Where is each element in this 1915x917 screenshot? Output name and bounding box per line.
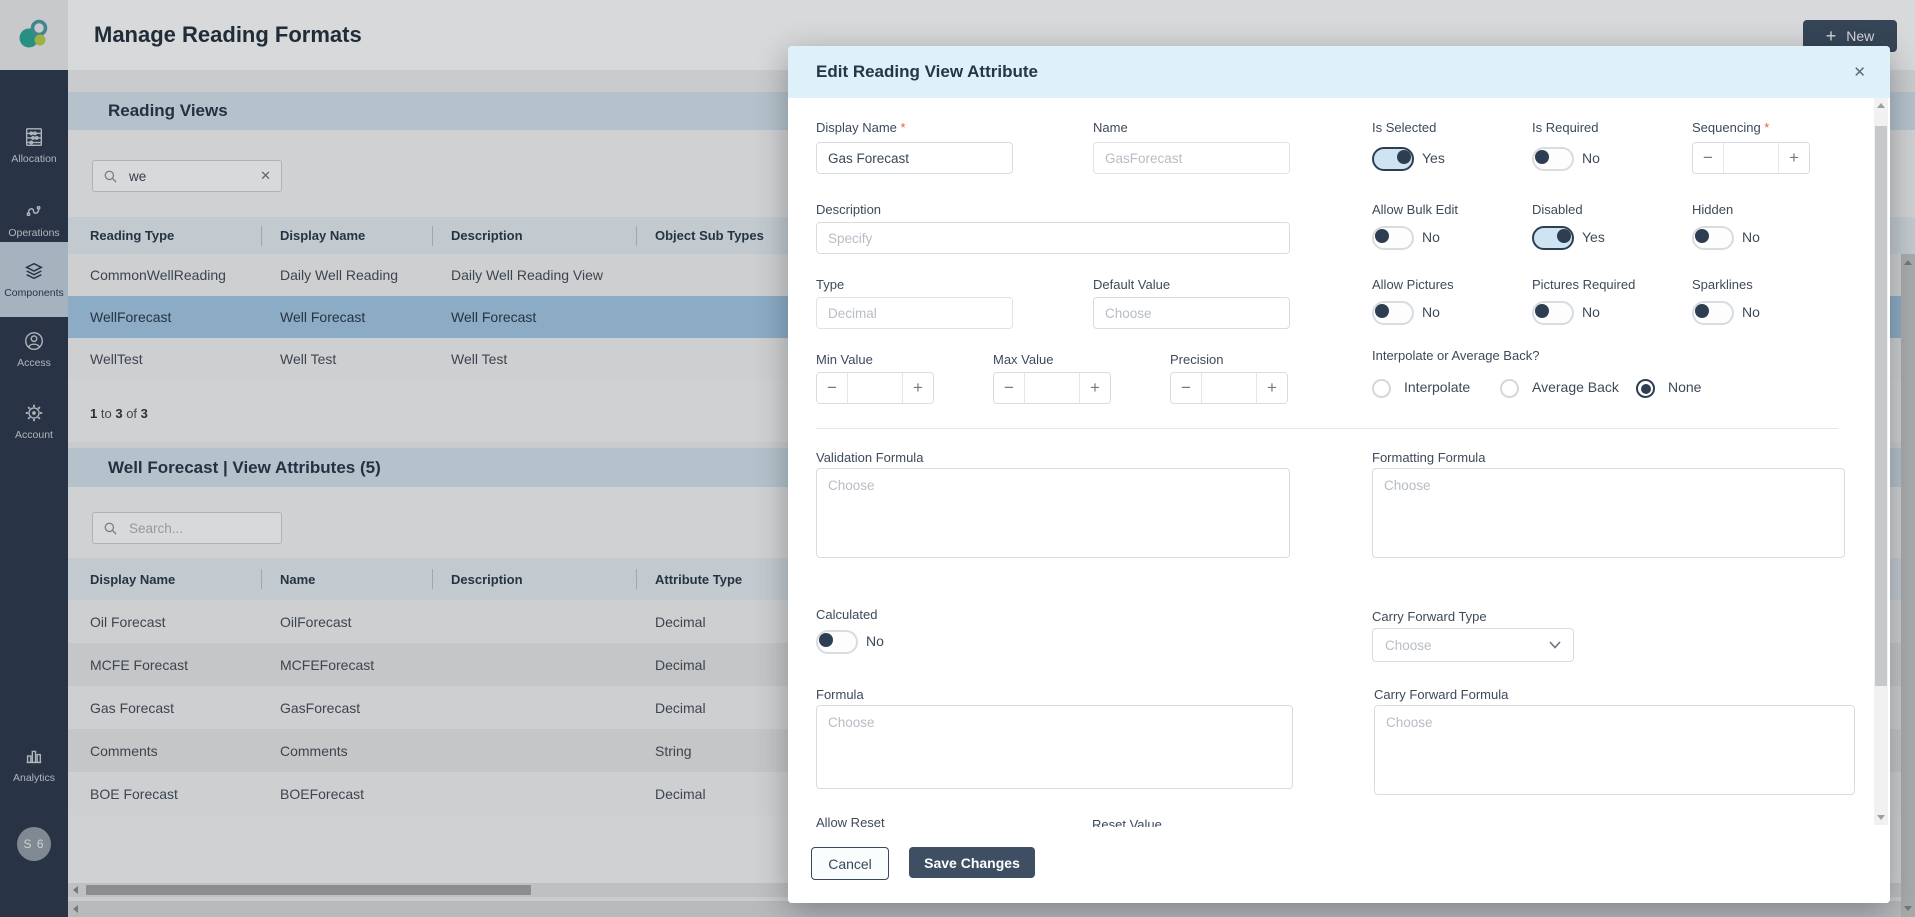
allow-bulk-edit-state: No — [1422, 229, 1440, 245]
carry-forward-formula-label: Carry Forward Formula — [1374, 687, 1508, 702]
display-name-field[interactable] — [816, 142, 1013, 174]
default-value-label: Default Value — [1093, 277, 1170, 292]
name-label: Name — [1093, 120, 1128, 135]
is-required-label: Is Required — [1532, 120, 1598, 135]
is-selected-state: Yes — [1422, 150, 1445, 166]
is-selected-label: Is Selected — [1372, 120, 1436, 135]
cancel-button[interactable]: Cancel — [811, 847, 889, 880]
is-required-toggle[interactable] — [1532, 147, 1574, 171]
calculated-toggle[interactable] — [816, 630, 858, 654]
carry-forward-type-select[interactable]: Choose — [1372, 628, 1574, 662]
radio-interpolate-label: Interpolate — [1404, 379, 1470, 395]
radio-average-back-label: Average Back — [1532, 379, 1619, 395]
type-field — [816, 297, 1013, 329]
name-field — [1093, 142, 1290, 174]
precision-stepper: − + — [1170, 372, 1288, 404]
disabled-state: Yes — [1582, 229, 1605, 245]
validation-formula-field[interactable] — [816, 468, 1290, 558]
save-changes-button[interactable]: Save Changes — [909, 847, 1035, 878]
increment-icon[interactable]: + — [1257, 373, 1287, 403]
scrollbar-thumb[interactable] — [1875, 126, 1887, 686]
pictures-required-label: Pictures Required — [1532, 277, 1635, 292]
increment-icon[interactable]: + — [1779, 143, 1809, 173]
close-icon[interactable]: ✕ — [1853, 63, 1866, 81]
decrement-icon[interactable]: − — [1693, 143, 1723, 173]
allow-bulk-edit-toggle[interactable] — [1372, 226, 1414, 250]
sequencing-label: Sequencing * — [1692, 120, 1769, 135]
modal-title: Edit Reading View Attribute — [816, 62, 1038, 82]
max-value-field[interactable] — [1024, 373, 1080, 403]
default-value-field[interactable] — [1093, 297, 1290, 329]
description-label: Description — [816, 202, 881, 217]
sparklines-label: Sparklines — [1692, 277, 1753, 292]
required-asterisk: * — [901, 120, 906, 135]
display-name-label: Display Name * — [816, 120, 906, 135]
sparklines-state: No — [1742, 304, 1760, 320]
precision-field[interactable] — [1201, 373, 1257, 403]
decrement-icon[interactable]: − — [994, 373, 1024, 403]
scroll-down-arrow[interactable] — [1877, 815, 1885, 820]
sequencing-field[interactable] — [1723, 143, 1779, 173]
modal-header: Edit Reading View Attribute — [788, 46, 1890, 98]
hidden-toggle[interactable] — [1692, 226, 1734, 250]
pictures-required-toggle[interactable] — [1532, 301, 1574, 325]
is-required-state: No — [1582, 150, 1600, 166]
formula-field[interactable] — [816, 705, 1293, 789]
formula-label: Formula — [816, 687, 864, 702]
pictures-required-state: No — [1582, 304, 1600, 320]
max-value-label: Max Value — [993, 352, 1053, 367]
increment-icon[interactable]: + — [1080, 373, 1110, 403]
min-value-field[interactable] — [847, 373, 903, 403]
validation-formula-label: Validation Formula — [816, 450, 923, 465]
is-selected-toggle[interactable] — [1372, 147, 1414, 171]
sparklines-toggle[interactable] — [1692, 301, 1734, 325]
formatting-formula-field[interactable] — [1372, 468, 1845, 558]
calculated-state: No — [866, 633, 884, 649]
min-value-label: Min Value — [816, 352, 873, 367]
formatting-formula-label: Formatting Formula — [1372, 450, 1485, 465]
radio-interpolate[interactable] — [1372, 379, 1391, 398]
description-field[interactable] — [816, 222, 1290, 254]
interpolate-group-label: Interpolate or Average Back? — [1372, 348, 1539, 363]
app-window: Manage Reading Formats + New Allocation … — [0, 0, 1915, 917]
carry-forward-type-label: Carry Forward Type — [1372, 609, 1487, 624]
select-value: Choose — [1385, 638, 1432, 653]
required-asterisk: * — [1764, 120, 1769, 135]
disabled-label: Disabled — [1532, 202, 1583, 217]
allow-pictures-toggle[interactable] — [1372, 301, 1414, 325]
decrement-icon[interactable]: − — [1171, 373, 1201, 403]
type-label: Type — [816, 277, 844, 292]
scroll-up-arrow[interactable] — [1877, 103, 1885, 108]
increment-icon[interactable]: + — [903, 373, 933, 403]
sequencing-stepper: − + — [1692, 142, 1810, 174]
min-value-stepper: − + — [816, 372, 934, 404]
section-divider — [816, 428, 1838, 429]
allow-bulk-edit-label: Allow Bulk Edit — [1372, 202, 1458, 217]
precision-label: Precision — [1170, 352, 1223, 367]
carry-forward-formula-field[interactable] — [1374, 705, 1855, 795]
modal-footer: Cancel Save Changes — [788, 827, 1890, 903]
decrement-icon[interactable]: − — [817, 373, 847, 403]
radio-average-back[interactable] — [1500, 379, 1519, 398]
chevron-down-icon — [1549, 641, 1561, 649]
hidden-state: No — [1742, 229, 1760, 245]
disabled-toggle[interactable] — [1532, 226, 1574, 250]
allow-pictures-state: No — [1422, 304, 1440, 320]
allow-pictures-label: Allow Pictures — [1372, 277, 1454, 292]
radio-none[interactable] — [1636, 379, 1655, 398]
edit-attribute-modal: Edit Reading View Attribute ✕ Display Na… — [788, 46, 1890, 903]
max-value-stepper: − + — [993, 372, 1111, 404]
calculated-label: Calculated — [816, 607, 877, 622]
hidden-label: Hidden — [1692, 202, 1733, 217]
modal-vertical-scrollbar[interactable] — [1874, 98, 1888, 825]
radio-none-label: None — [1668, 379, 1701, 395]
